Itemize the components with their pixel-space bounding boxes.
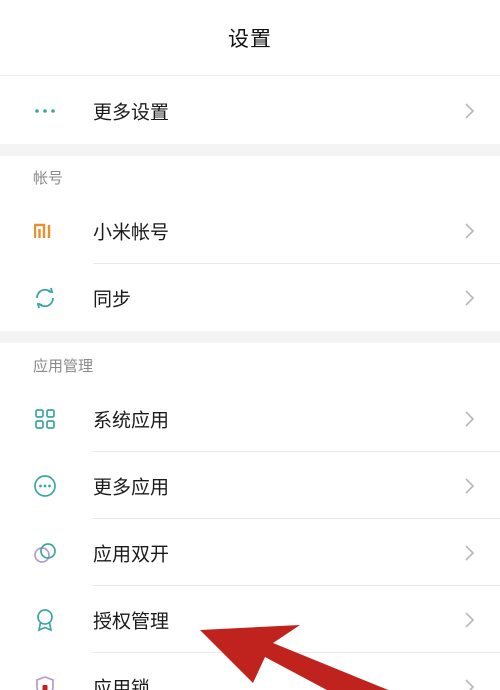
mi-logo-icon bbox=[33, 219, 57, 243]
chevron-right-icon bbox=[465, 478, 475, 494]
divider bbox=[93, 518, 500, 519]
row-label: 更多应用 bbox=[93, 476, 170, 499]
row-label: 应用锁 bbox=[93, 677, 151, 690]
row-label: 同步 bbox=[93, 288, 132, 311]
divider bbox=[93, 451, 500, 452]
row-system-apps[interactable]: 系统应用 bbox=[0, 386, 500, 452]
top-bar: 设置 bbox=[0, 0, 500, 76]
badge-icon bbox=[33, 608, 57, 632]
more-circle-icon bbox=[33, 474, 57, 498]
section-gap bbox=[0, 331, 500, 343]
row-label: 系统应用 bbox=[93, 409, 170, 432]
row-dual-apps[interactable]: 应用双开 bbox=[0, 520, 500, 586]
sync-icon bbox=[33, 286, 57, 310]
chevron-right-icon bbox=[465, 223, 475, 239]
row-label: 小米帐号 bbox=[93, 221, 170, 244]
section-gap bbox=[0, 144, 500, 156]
chevron-right-icon bbox=[465, 545, 475, 561]
chevron-right-icon bbox=[465, 612, 475, 628]
row-more-apps[interactable]: 更多应用 bbox=[0, 453, 500, 519]
row-label: 授权管理 bbox=[93, 610, 170, 633]
row-app-lock[interactable]: 应用锁 bbox=[0, 654, 500, 690]
divider bbox=[93, 585, 500, 586]
divider bbox=[93, 263, 500, 264]
row-label: 应用双开 bbox=[93, 543, 170, 566]
page-title: 设置 bbox=[228, 26, 272, 51]
chevron-right-icon bbox=[465, 103, 475, 119]
row-sync[interactable]: 同步 bbox=[0, 265, 500, 331]
more-dots-icon bbox=[33, 99, 57, 123]
chevron-right-icon bbox=[465, 679, 475, 690]
row-more-settings[interactable]: 更多设置 bbox=[0, 78, 500, 144]
section-title-account: 帐号 bbox=[33, 169, 64, 187]
row-label: 更多设置 bbox=[93, 101, 170, 124]
row-permission-management[interactable]: 授权管理 bbox=[0, 587, 500, 653]
row-mi-account[interactable]: 小米帐号 bbox=[0, 198, 500, 264]
section-title-apps: 应用管理 bbox=[33, 357, 94, 375]
shield-lock-icon bbox=[33, 675, 57, 690]
chevron-right-icon bbox=[465, 290, 475, 306]
chevron-right-icon bbox=[465, 411, 475, 427]
divider bbox=[93, 652, 500, 653]
grid-apps-icon bbox=[33, 407, 57, 431]
dual-circle-icon bbox=[33, 541, 57, 565]
